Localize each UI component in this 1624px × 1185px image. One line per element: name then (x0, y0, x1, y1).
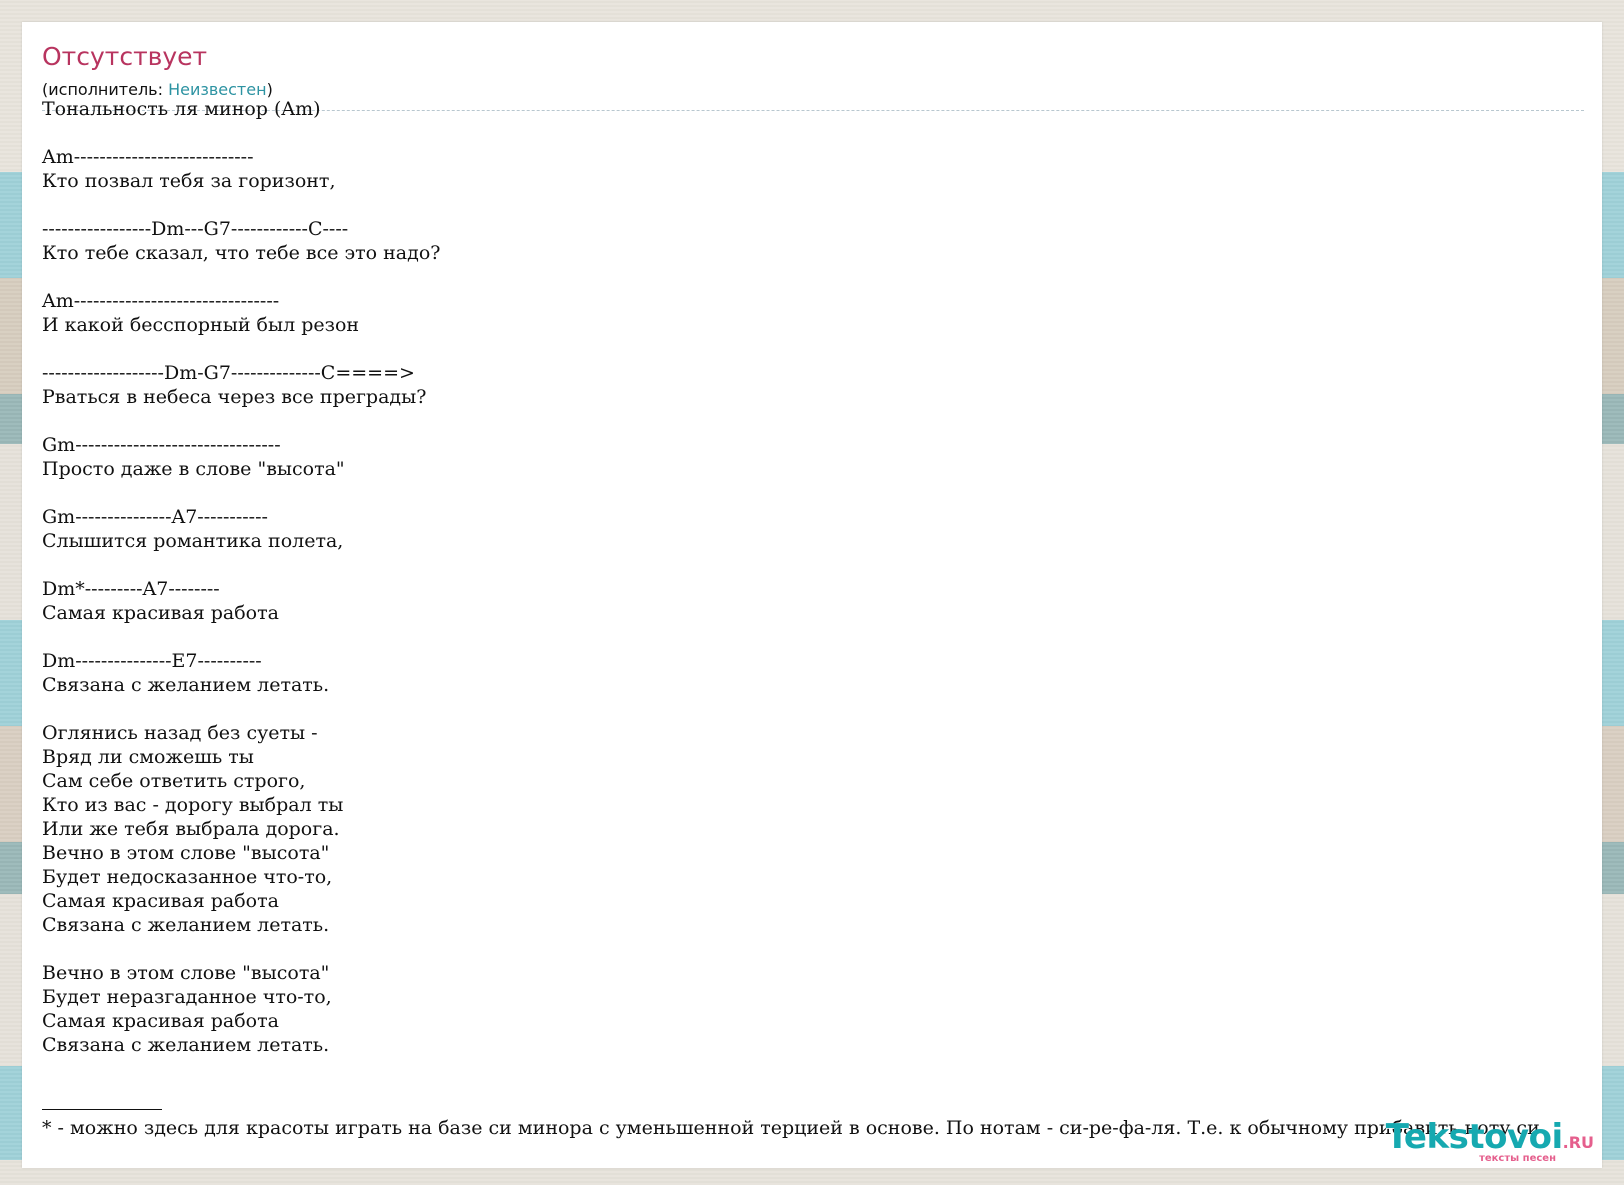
tekstovoi-logo[interactable]: Tekstovoi.RU тексты песен (1374, 1120, 1594, 1164)
logo-main-text: Tekstovoi (1385, 1117, 1563, 1157)
footnote-text: * - можно здесь для красоты играть на ба… (42, 1117, 1546, 1139)
lyrics-with-chords: Тональность ля минор (Am) Am------------… (42, 98, 441, 1056)
song-title: Отсутствует (42, 42, 208, 71)
logo-tagline: тексты песен (1479, 1153, 1556, 1164)
song-page-card: Отсутствует (исполнитель: Неизвестен) То… (22, 22, 1602, 1168)
logo-wordmark: Tekstovoi.RU (1386, 1120, 1594, 1154)
logo-domain-text: .RU (1562, 1133, 1594, 1152)
footnote-divider (42, 1109, 162, 1110)
